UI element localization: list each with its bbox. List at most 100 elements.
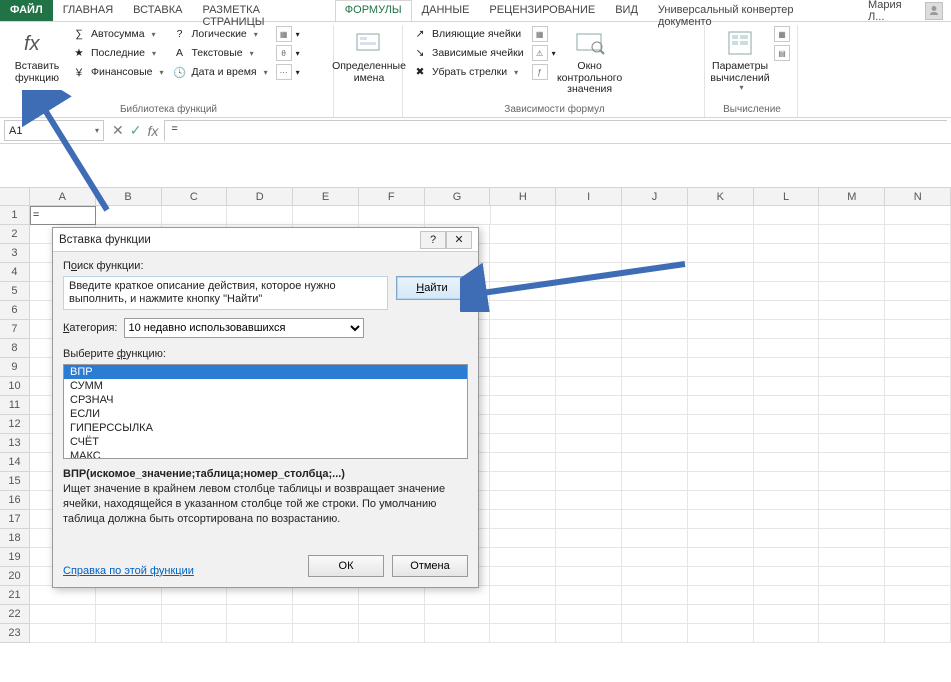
cell[interactable] (688, 263, 754, 282)
col-header[interactable]: D (227, 188, 293, 205)
cell[interactable] (688, 567, 754, 586)
cell[interactable] (556, 225, 622, 244)
cell[interactable] (688, 434, 754, 453)
category-select[interactable]: 10 недавно использовавшихся (124, 318, 364, 338)
cell[interactable] (885, 282, 951, 301)
cell[interactable] (819, 396, 885, 415)
row-header[interactable]: 1 (0, 206, 30, 225)
cell[interactable] (819, 472, 885, 491)
lookup-ext-2[interactable]: θ▾ (273, 44, 303, 62)
cell[interactable] (293, 206, 359, 225)
calc-options-button[interactable]: Параметры вычислений (711, 25, 769, 102)
cancel-formula-icon[interactable]: ✕ (112, 122, 124, 139)
function-list-item[interactable]: ГИПЕРССЫЛКА (64, 421, 467, 435)
cell[interactable] (556, 491, 622, 510)
cell[interactable] (622, 472, 688, 491)
tab-review[interactable]: РЕЦЕНЗИРОВАНИЕ (479, 0, 605, 21)
row-header[interactable]: 17 (0, 510, 30, 529)
cell[interactable] (30, 605, 96, 624)
function-list-item[interactable]: СУММ (64, 379, 467, 393)
cell[interactable] (622, 282, 688, 301)
cell[interactable] (754, 529, 820, 548)
cell[interactable] (490, 434, 556, 453)
insert-function-button[interactable]: fx Вставить функцию (8, 25, 66, 102)
cell[interactable] (490, 396, 556, 415)
cell[interactable] (754, 206, 820, 225)
cell[interactable] (622, 491, 688, 510)
cell[interactable] (754, 396, 820, 415)
cell[interactable] (490, 358, 556, 377)
cell[interactable] (622, 301, 688, 320)
cell[interactable] (490, 586, 556, 605)
text-button[interactable]: AТекстовые (168, 44, 270, 62)
row-header[interactable]: 16 (0, 491, 30, 510)
cell[interactable] (227, 206, 293, 225)
cell[interactable] (885, 358, 951, 377)
cell[interactable] (885, 491, 951, 510)
cell[interactable] (819, 377, 885, 396)
cell[interactable] (688, 510, 754, 529)
cell[interactable] (754, 415, 820, 434)
tab-view[interactable]: ВИД (605, 0, 648, 21)
cell[interactable] (490, 244, 556, 263)
cell[interactable] (622, 244, 688, 263)
cell[interactable] (688, 586, 754, 605)
recent-button[interactable]: ★Последние (68, 44, 166, 62)
cell[interactable] (490, 529, 556, 548)
account-name[interactable]: Мария Л... (860, 0, 951, 21)
cell[interactable] (490, 548, 556, 567)
cell[interactable] (754, 301, 820, 320)
cell[interactable] (490, 491, 556, 510)
function-list-item[interactable]: МАКС (64, 449, 467, 459)
cell[interactable] (227, 586, 293, 605)
cell[interactable] (359, 624, 425, 643)
cell[interactable] (556, 472, 622, 491)
tab-file[interactable]: ФАЙЛ (0, 0, 53, 21)
cell[interactable] (490, 510, 556, 529)
tab-converter[interactable]: Универсальный конвертер документо (648, 0, 860, 21)
cell[interactable] (556, 434, 622, 453)
tab-insert[interactable]: ВСТАВКА (123, 0, 192, 21)
cell[interactable] (819, 320, 885, 339)
cell[interactable] (688, 605, 754, 624)
cell[interactable] (885, 453, 951, 472)
cell[interactable] (622, 453, 688, 472)
cell[interactable] (622, 263, 688, 282)
defined-names-button[interactable]: Определенные имена (340, 25, 398, 102)
col-header[interactable]: L (754, 188, 820, 205)
watch-window-button[interactable]: Окно контрольного значения (561, 25, 619, 102)
cell[interactable] (622, 206, 688, 225)
cell[interactable] (622, 548, 688, 567)
cell[interactable] (885, 472, 951, 491)
cell[interactable] (688, 396, 754, 415)
cell[interactable] (96, 605, 162, 624)
cell[interactable] (359, 206, 425, 225)
name-box[interactable]: A1 ▾ (4, 120, 104, 141)
cell[interactable] (622, 396, 688, 415)
cell[interactable] (425, 624, 491, 643)
tab-page-layout[interactable]: РАЗМЕТКА СТРАНИЦЫ (192, 0, 334, 21)
cell[interactable] (754, 510, 820, 529)
cell[interactable] (754, 282, 820, 301)
cell[interactable] (885, 377, 951, 396)
cell[interactable] (819, 567, 885, 586)
cell[interactable] (819, 263, 885, 282)
cell[interactable] (885, 415, 951, 434)
cell[interactable] (556, 415, 622, 434)
cell[interactable] (819, 586, 885, 605)
cell[interactable] (556, 320, 622, 339)
cell[interactable] (688, 225, 754, 244)
cell[interactable] (490, 567, 556, 586)
cell[interactable] (556, 567, 622, 586)
trace-precedents-button[interactable]: ↗Влияющие ячейки (409, 25, 527, 43)
cell[interactable] (754, 263, 820, 282)
col-header[interactable]: N (885, 188, 951, 205)
col-header[interactable]: J (622, 188, 688, 205)
cell[interactable] (885, 605, 951, 624)
cell[interactable] (227, 624, 293, 643)
col-header[interactable]: G (425, 188, 491, 205)
cancel-button[interactable]: Отмена (392, 555, 468, 577)
cell[interactable] (490, 605, 556, 624)
row-header[interactable]: 7 (0, 320, 30, 339)
cell[interactable] (688, 415, 754, 434)
